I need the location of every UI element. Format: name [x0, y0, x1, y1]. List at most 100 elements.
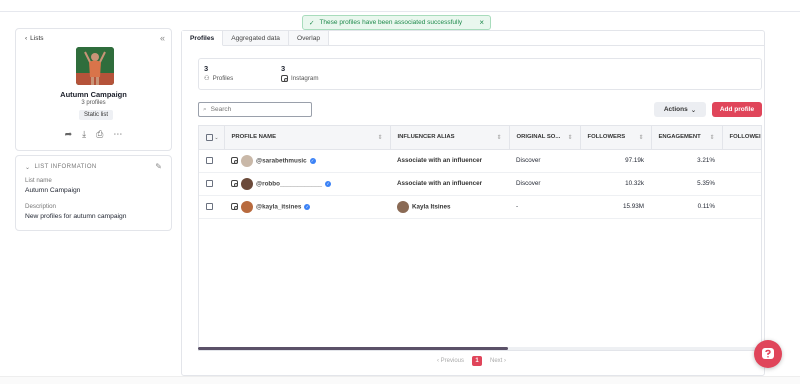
main-panel: Profiles Aggregated data Overlap 3 ⚇ Prof…	[181, 30, 765, 376]
tab-overlap[interactable]: Overlap	[288, 31, 330, 46]
chevron-down-icon: ⌄	[690, 106, 697, 114]
pagination: ‹ Previous 1 Next ›	[437, 356, 506, 366]
static-list-badge: Static list	[79, 110, 114, 120]
search-icon: ⌕	[203, 105, 207, 113]
close-icon[interactable]: ×	[479, 18, 484, 27]
verified-icon: ✓	[325, 180, 332, 187]
list-information-heading: LIST INFORMATION	[34, 164, 97, 170]
print-icon[interactable]: ⎙	[96, 129, 103, 140]
table-row[interactable]: @kayla_itsines ✓ Kayla Itsines - 15.93M 0…	[199, 195, 761, 219]
list-profile-count: 3 profiles	[81, 100, 106, 106]
tab-bar: Profiles Aggregated data Overlap	[182, 31, 330, 46]
row-checkbox[interactable]	[206, 202, 213, 210]
tab-aggregated-data[interactable]: Aggregated data	[223, 31, 289, 46]
row-checkbox[interactable]	[206, 156, 213, 164]
collapse-panel-icon[interactable]: «	[160, 33, 165, 43]
table-header-row: ⌄ PROFILE NAME ⇕ INFLUENCER ALIAS ⇕ ORIGIN…	[199, 126, 761, 150]
stat-profiles-label: Profiles	[212, 75, 234, 82]
description-label: Description	[25, 203, 56, 210]
engagement-value: 3.21%	[697, 157, 715, 164]
instagram-icon	[231, 157, 238, 164]
profile-handle[interactable]: @kayla_itsines	[256, 203, 301, 210]
followers-value: 97.19k	[625, 157, 644, 164]
stat-instagram: 3 Instagram	[281, 64, 319, 82]
people-icon: ⚇	[204, 75, 210, 82]
column-label: FOLLOWEI	[729, 134, 761, 141]
avatar	[241, 177, 253, 190]
back-label: Lists	[30, 35, 44, 42]
instagram-icon	[281, 75, 288, 82]
column-followers[interactable]: FOLLOWERS ⇕	[580, 126, 652, 150]
stat-instagram-label: Instagram	[291, 75, 319, 82]
original-source: Discover	[516, 180, 541, 187]
profile-handle[interactable]: @robbo____________	[256, 180, 322, 187]
next-page-button[interactable]: Next ›	[490, 358, 506, 364]
search-box[interactable]: ⌕	[198, 102, 312, 117]
list-title: Autumn Campaign	[60, 90, 127, 99]
column-followers-growth[interactable]: FOLLOWEI	[722, 126, 761, 150]
actions-button[interactable]: Actions ⌄	[654, 102, 706, 117]
column-engagement[interactable]: ENGAGEMENT ⇕	[651, 126, 723, 150]
influencer-alias[interactable]: Kayla Itsines	[412, 203, 451, 210]
help-chat-button[interactable]	[754, 340, 782, 368]
profile-handle[interactable]: @sarabethmusic	[256, 157, 307, 164]
column-influencer-alias[interactable]: INFLUENCER ALIAS ⇕	[390, 126, 510, 150]
download-icon[interactable]: ⤓	[82, 129, 86, 140]
tab-profiles[interactable]: Profiles	[182, 31, 224, 46]
list-name-value: Autumn Campaign	[25, 187, 81, 194]
previous-label: Previous	[440, 358, 465, 364]
add-profile-button[interactable]: Add profile	[712, 102, 762, 117]
actions-label: Actions	[663, 106, 688, 113]
edit-icon[interactable]: ✎	[155, 162, 162, 171]
horizontal-scrollbar[interactable]	[198, 347, 762, 350]
sort-icon: ⇕	[496, 134, 502, 141]
previous-page-button[interactable]: ‹ Previous	[437, 358, 464, 364]
verified-icon: ✓	[309, 157, 316, 164]
original-source: Discover	[516, 157, 541, 164]
engagement-value: 5.35%	[697, 180, 715, 187]
list-cover-image	[76, 47, 114, 85]
sort-icon: ⇕	[638, 134, 644, 141]
column-label: INFLUENCER ALIAS	[397, 133, 455, 140]
scrollbar-thumb[interactable]	[198, 347, 508, 350]
column-label: ENGAGEMENT	[658, 133, 701, 140]
success-toast: ✓ These profiles have been associated su…	[302, 15, 491, 30]
current-page-button[interactable]: 1	[472, 356, 483, 366]
search-input[interactable]	[210, 106, 301, 113]
sort-icon: ⇕	[567, 134, 573, 141]
avatar	[241, 200, 253, 213]
avatar	[241, 154, 253, 167]
bottom-edge	[0, 376, 800, 384]
list-actions: ➦ ⤓ ⎙ ⋯	[16, 129, 171, 140]
associate-influencer-link[interactable]: Associate with an influencer	[397, 157, 482, 164]
instagram-icon	[231, 180, 238, 187]
description-value: New profiles for autumn campaign	[25, 213, 127, 220]
column-original-source[interactable]: ORIGINAL SO... ⇕	[509, 126, 581, 150]
stat-instagram-value: 3	[281, 64, 286, 73]
table-row[interactable]: @robbo____________ ✓ Associate with an in…	[199, 172, 761, 196]
column-label: FOLLOWERS	[587, 133, 626, 140]
share-icon[interactable]: ➦	[65, 129, 73, 140]
select-all-checkbox[interactable]: ⌄	[199, 126, 225, 150]
stat-profiles-value: 3	[204, 64, 209, 73]
instagram-icon	[231, 203, 238, 210]
engagement-value: 0.11%	[697, 203, 715, 210]
list-summary-card: ‹ Lists « Autumn Campaign 3 profiles Sta…	[15, 28, 172, 151]
list-name-label: List name	[25, 177, 52, 184]
followers-value: 10.32k	[625, 180, 644, 187]
back-to-lists-link[interactable]: ‹ Lists	[25, 35, 44, 42]
row-checkbox[interactable]	[206, 179, 213, 187]
associate-influencer-link[interactable]: Associate with an influencer	[397, 180, 482, 187]
table-row[interactable]: @sarabethmusic ✓ Associate with an influe…	[199, 149, 761, 173]
column-profile-name[interactable]: PROFILE NAME ⇕	[224, 126, 391, 150]
sort-icon: ⇕	[709, 134, 715, 141]
top-bar	[0, 0, 800, 12]
more-icon[interactable]: ⋯	[113, 129, 122, 140]
help-chat-icon	[762, 348, 774, 359]
profiles-table: ⌄ PROFILE NAME ⇕ INFLUENCER ALIAS ⇕ ORIGIN…	[198, 125, 762, 351]
sort-icon: ⇕	[377, 134, 383, 141]
list-information-toggle[interactable]: ⌄ LIST INFORMATION	[25, 164, 97, 171]
chevron-left-icon: ‹	[25, 35, 28, 42]
followers-value: 15.93M	[622, 203, 644, 210]
influencer-avatar	[397, 200, 409, 213]
